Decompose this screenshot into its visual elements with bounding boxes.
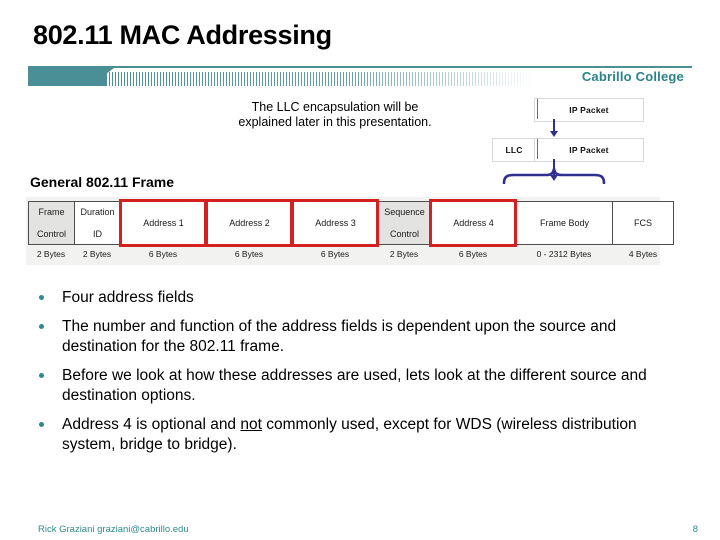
frame-field-label: Duration (80, 206, 115, 217)
frame-field-cell: Address 4 (430, 201, 516, 245)
organization-label: Cabrillo College (581, 69, 684, 84)
frame-field-label: Address 4 (453, 217, 494, 228)
llc-note-line2: explained later in this presentation. (238, 115, 432, 129)
frame-field-cell: Address 3 (292, 201, 378, 245)
bullet-dot-icon (39, 422, 44, 427)
frame-field-bytes: 6 Bytes (234, 249, 264, 259)
ip-packet-bottom-box: IP Packet (534, 138, 644, 162)
bullet-list: Four address fields The number and functi… (34, 288, 694, 464)
frame-diagram: Protocol Version Type Subtype Bit 8 Bit … (26, 197, 674, 265)
frame-field-cell: Address 1 (120, 201, 206, 245)
frame-field-label: FCS (634, 217, 652, 228)
frame-field-label: Frame (38, 206, 65, 217)
footer-page-number: 8 (692, 524, 698, 535)
frame-body-brace (502, 168, 606, 184)
llc-divider-top (537, 99, 538, 119)
banner-stripes (106, 72, 536, 86)
frame-field-bytes: 6 Bytes (458, 249, 488, 259)
frame-field-label: ID (93, 228, 102, 239)
footer-credit: Rick Graziani graziani@cabrillo.edu (38, 524, 189, 535)
section-heading: General 802.11 Frame (30, 174, 174, 190)
bullet-dot-icon (39, 373, 44, 378)
frame-field-label: Address 2 (229, 217, 270, 228)
bullet-dot-icon (39, 295, 44, 300)
frame-bytes-row: 2 Bytes 2 Bytes 6 Bytes 6 Bytes 6 Bytes 2 Byt… (28, 247, 674, 261)
frame-field-label: Sequence (384, 206, 425, 217)
bullet-item: Address 4 is optional and not commonly u… (34, 415, 694, 455)
llc-note: The LLC encapsulation will be explained … (200, 100, 470, 130)
frame-field-label: Control (389, 228, 419, 239)
llc-note-line1: The LLC encapsulation will be (251, 100, 419, 114)
frame-field-cell: FCS (612, 201, 674, 245)
bullet-text: Before we look at how these addresses ar… (62, 367, 647, 404)
frame-field-bytes: 2 Bytes (82, 249, 112, 259)
frame-field-cell: Frame Control (28, 201, 74, 245)
bullet-item: Before we look at how these addresses ar… (34, 366, 694, 406)
bullet-text: Four address fields (62, 289, 194, 306)
bullet-item: Four address fields (34, 288, 694, 308)
bullet-dot-icon (39, 324, 44, 329)
bullet-item: The number and function of the address f… (34, 317, 694, 357)
frame-field-label: Control (36, 228, 66, 239)
frame-field-label: Address 1 (143, 217, 184, 228)
frame-field-label: Address 3 (315, 217, 356, 228)
frame-field-cell: Sequence Control (378, 201, 430, 245)
header-banner: Cabrillo College (28, 66, 692, 88)
frame-field-bytes: 6 Bytes (148, 249, 178, 259)
bullet-text: The number and function of the address f… (62, 318, 617, 355)
frame-field-bytes: 2 Bytes (36, 249, 66, 259)
encapsulation-arrow-1-head (550, 131, 558, 137)
frame-fields-row: Frame Control Duration ID Address 1 Address 2… (28, 201, 674, 245)
frame-field-cell: Duration ID (74, 201, 120, 245)
ip-packet-top-box: IP Packet (534, 98, 644, 122)
frame-field-label: Frame Body (539, 217, 590, 228)
frame-field-bytes: 6 Bytes (320, 249, 350, 259)
bullet-text: Address 4 is optional and not commonly u… (62, 416, 637, 453)
banner-top-rule (28, 66, 692, 68)
frame-field-cell: Address 2 (206, 201, 292, 245)
llc-divider-bottom (537, 139, 538, 159)
frame-field-bytes: 2 Bytes (389, 249, 419, 259)
frame-field-bytes: 4 Bytes (628, 249, 658, 259)
page-title: 802.11 MAC Addressing (33, 20, 332, 50)
frame-field-bytes: 0 - 2312 Bytes (536, 249, 592, 259)
frame-field-cell: Frame Body (516, 201, 612, 245)
llc-label-box: LLC (492, 138, 536, 162)
